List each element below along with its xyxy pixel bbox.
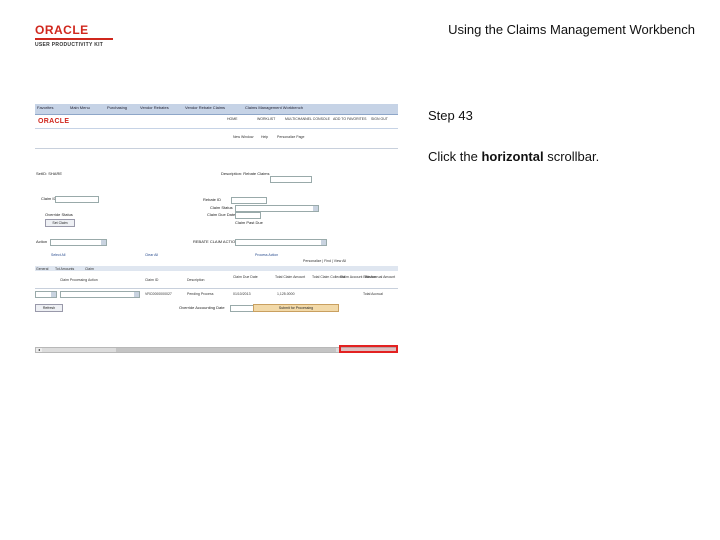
row-action-select[interactable] xyxy=(35,291,57,298)
tab-purchasing[interactable]: Purchasing xyxy=(107,105,127,110)
grid-header-divider xyxy=(35,288,398,289)
select-all-link[interactable]: Select All xyxy=(51,253,65,257)
grid-tab-general[interactable]: General xyxy=(36,267,48,271)
link-help[interactable]: Help xyxy=(261,135,268,139)
claim-status-label: Claim Status xyxy=(210,205,233,210)
instruction-bold: horizontal xyxy=(481,149,544,164)
rebate-id-label: Rebate ID xyxy=(203,197,222,202)
claim-status-select[interactable] xyxy=(235,205,319,212)
link-home[interactable]: HOME xyxy=(227,117,238,121)
step-label: Step 43 xyxy=(428,108,473,123)
description-label: Description: Rebate Claims xyxy=(221,171,270,176)
logo-subtitle: USER PRODUCTIVITY KIT xyxy=(35,42,104,48)
claim-due-date-label: Claim Due Date xyxy=(207,212,236,217)
row-description: Pending Process xyxy=(187,292,214,296)
oracle-upk-logo: ORACLE USER PRODUCTIVITY KIT xyxy=(35,24,121,48)
page-title: Using the Claims Management Workbench xyxy=(448,22,695,37)
submit-processing-button[interactable]: Submit for Processing xyxy=(253,304,339,312)
claim-id-field[interactable] xyxy=(55,196,99,203)
action-select[interactable] xyxy=(50,239,107,246)
app-screenshot: Favorites Main Menu Purchasing Vendor Re… xyxy=(35,104,398,356)
grid-tabs-bar: General Tot Amounts Claim xyxy=(35,266,398,271)
step-instruction: Click the horizontal scrollbar. xyxy=(428,149,599,164)
row-due-date: 01/10/2013 xyxy=(233,292,251,296)
claim-due-date-field[interactable] xyxy=(235,212,261,219)
logo-divider xyxy=(35,38,113,40)
override-acct-date-label: Override Accounting Date xyxy=(179,305,225,310)
grid-header-reaccrual: Re-Accrual Amount xyxy=(365,275,396,279)
divider xyxy=(35,148,398,149)
app-oracle-logo: ORACLE xyxy=(38,118,70,125)
tab-claims-workbench[interactable]: Claims Management Workbench xyxy=(245,105,303,110)
grid-header-action: Claim Processing Action xyxy=(60,278,98,282)
scroll-left-arrow-icon[interactable]: ◂ xyxy=(36,348,42,352)
logo-brand: ORACLE xyxy=(35,23,89,37)
rebate-claim-action-label: REBATE CLAIM ACTION xyxy=(193,239,239,244)
rebate-claim-action-select[interactable] xyxy=(235,239,327,246)
process-action-link[interactable]: Process Action xyxy=(255,253,278,257)
link-new-window[interactable]: New Window xyxy=(233,135,253,139)
rebate-id-field[interactable] xyxy=(231,197,267,204)
link-worklist[interactable]: WORKLIST xyxy=(257,117,275,121)
link-multichannel[interactable]: MULTICHANNEL CONSOLE xyxy=(285,117,330,121)
header-divider xyxy=(35,128,398,129)
row-processing-action-select[interactable] xyxy=(60,291,140,298)
instruction-prefix: Click the xyxy=(428,149,482,164)
setid-label: SetID: SHARE xyxy=(36,171,63,176)
grid-header-claim-id: Claim ID xyxy=(145,278,159,282)
claim-past-due-label: Claim Past Due xyxy=(235,220,263,225)
description-field[interactable] xyxy=(270,176,312,183)
grid-header-total-amount: Total Claim Amount xyxy=(275,275,306,279)
grid-nav[interactable]: Personalize | Find | View All xyxy=(303,259,346,263)
tab-vendor-rebates[interactable]: Vendor Rebates xyxy=(140,105,169,110)
tab-favorites[interactable]: Favorites xyxy=(37,105,53,110)
clear-all-link[interactable]: Clear All xyxy=(145,253,158,257)
instruction-suffix: scrollbar. xyxy=(543,149,600,164)
link-personalize[interactable]: Personalize Page xyxy=(277,135,304,139)
refresh-button[interactable]: Refresh xyxy=(35,304,63,312)
scrollbar-thumb[interactable] xyxy=(116,348,336,352)
tab-main-menu[interactable]: Main Menu xyxy=(70,105,90,110)
grid-header-due-date: Claim Due Date xyxy=(233,275,258,279)
row-reaccrual: Total Accrual xyxy=(363,292,383,296)
row-claim-id[interactable]: VRC0000000027 xyxy=(145,292,172,296)
click-target-highlight[interactable] xyxy=(339,345,398,353)
grid-header-description: Description xyxy=(187,278,205,282)
nav-tabs-bar: Favorites Main Menu Purchasing Vendor Re… xyxy=(35,104,398,115)
grid-tab-claim[interactable]: Claim xyxy=(85,267,94,271)
grid-tab-amounts[interactable]: Tot Amounts xyxy=(55,267,74,271)
override-status-label: Override Status xyxy=(45,212,73,217)
set-claim-button[interactable]: Set Claim xyxy=(45,219,75,227)
link-sign-out[interactable]: SIGN OUT xyxy=(371,117,388,121)
action-label: Action xyxy=(36,239,48,244)
tab-vendor-rebate-claims[interactable]: Vendor Rebate Claims xyxy=(185,105,225,110)
row-total-amount: 1,125.0000 xyxy=(277,292,295,296)
link-add-favorites[interactable]: ADD TO FAVORITES xyxy=(333,117,366,121)
